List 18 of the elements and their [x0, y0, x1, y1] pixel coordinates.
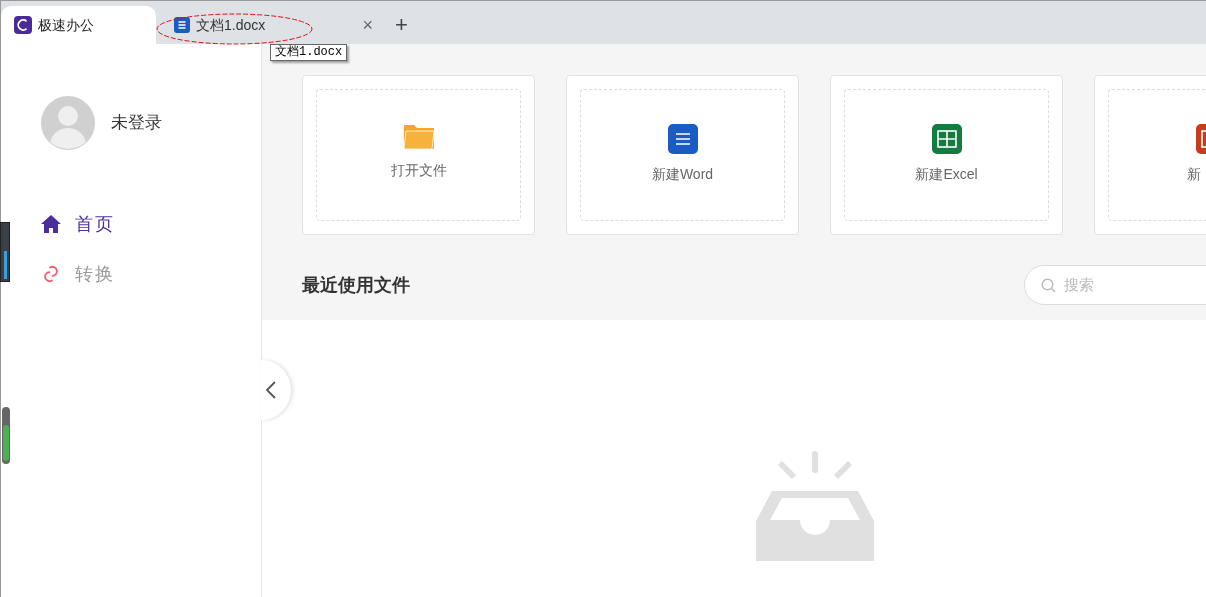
- card-label: 新: [1187, 165, 1201, 184]
- card-label: 新建Word: [651, 165, 714, 184]
- action-card[interactable]: 新: [1094, 75, 1206, 235]
- card-label: 新建Excel: [915, 165, 978, 184]
- tab[interactable]: 极速办公: [1, 6, 156, 44]
- action-card[interactable]: 新建Excel: [830, 75, 1063, 235]
- nav-item[interactable]: 首页: [41, 204, 261, 244]
- search-field[interactable]: 搜索: [1024, 265, 1206, 305]
- search-input[interactable]: 搜索: [1064, 273, 1206, 297]
- action-card[interactable]: 打开文件: [302, 75, 535, 235]
- tab-close-button[interactable]: ×: [362, 16, 373, 34]
- tab[interactable]: 文档1.docx ×: [156, 6, 381, 44]
- user-name: 未登录: [111, 112, 162, 135]
- action-card[interactable]: 新建Word: [566, 75, 799, 235]
- tooltip: 文档1.docx: [270, 44, 348, 61]
- new-tab-button[interactable]: +: [381, 6, 422, 44]
- section-title: 最近使用文件: [302, 273, 410, 297]
- card-label: 打开文件: [390, 161, 447, 180]
